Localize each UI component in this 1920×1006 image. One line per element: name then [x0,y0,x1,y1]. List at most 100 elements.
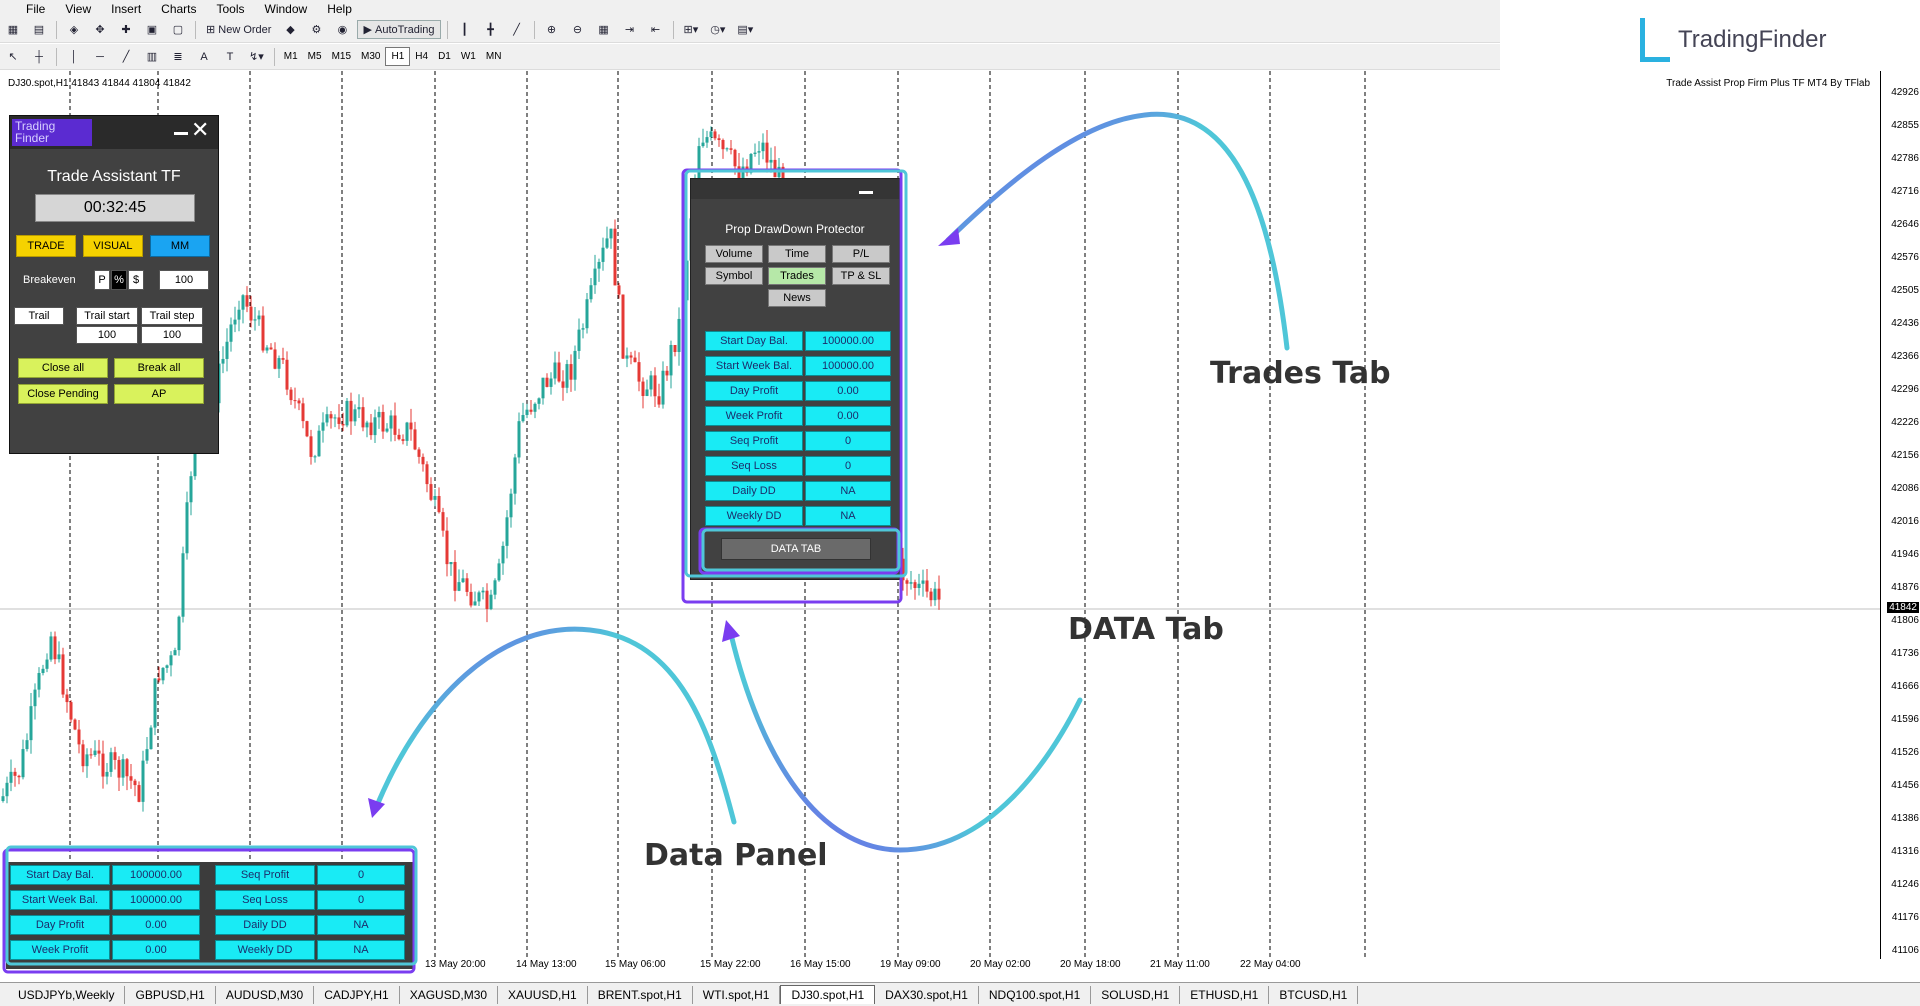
visual-button[interactable]: VISUAL [83,235,143,257]
close-pending-button[interactable]: Close Pending [18,384,108,404]
tab-news[interactable]: News [768,289,826,307]
badge-line2: Finder [15,131,50,145]
ap-button[interactable]: AP [114,384,204,404]
terminal-icon[interactable]: ▣ [141,20,163,39]
data-tab-button[interactable]: DATA TAB [721,538,871,560]
trade-button[interactable]: TRADE [16,235,76,257]
timeframe-h1[interactable]: H1 [385,47,411,66]
close-all-button[interactable]: Close all [18,358,108,378]
candle-body [45,659,49,669]
autoscroll-icon[interactable]: ⇤ [645,20,667,39]
candle-body [405,422,409,441]
symbol-tab[interactable]: NDQ100.spot,H1 [979,985,1092,1004]
indicators-icon[interactable]: ⊞▾ [680,20,703,39]
timeframe-d1[interactable]: D1 [433,48,456,65]
data-panel-value: 0 [317,865,405,885]
price-axis[interactable]: 42926 42855 42786 42716 42646 42576 42505 42436… [1880,71,1920,959]
fibonacci-icon[interactable]: ≣ [167,47,189,66]
templates-icon[interactable]: ▤▾ [733,20,757,39]
tile-windows-icon[interactable]: ▦ [593,20,615,39]
timeframe-m1[interactable]: M1 [279,48,303,65]
crosshair-icon[interactable]: ┼ [28,47,50,66]
tab-symbol[interactable]: Symbol [705,267,763,285]
trade-assistant-header[interactable]: Trading Finder ✕ [10,116,218,149]
symbol-tab[interactable]: USDJPYb,Weekly [8,985,126,1004]
breakeven-input[interactable]: 100 [159,270,209,290]
text-tool-icon[interactable]: A [193,47,215,66]
trail-button[interactable]: Trail [14,307,64,325]
menu-help[interactable]: Help [317,2,362,16]
trail-start-input[interactable]: 100 [76,326,138,344]
symbol-tab[interactable]: ETHUSD,H1 [1180,985,1270,1004]
menu-insert[interactable]: Insert [101,2,151,16]
trail-step-input[interactable]: 100 [141,326,203,344]
channel-icon[interactable]: ▥ [141,47,163,66]
break-all-button[interactable]: Break all [114,358,204,378]
timeframe-m5[interactable]: M5 [303,48,327,65]
menu-view[interactable]: View [55,2,101,16]
timeframe-mn[interactable]: MN [481,48,507,65]
metaeditor-icon[interactable]: ◆ [279,20,301,39]
tab-tp-sl[interactable]: TP & SL [832,267,890,285]
mode-usd-toggle[interactable]: $ [128,270,144,290]
symbol-tab[interactable]: DAX30.spot,H1 [875,985,979,1004]
zoom-in-icon[interactable]: ⊕ [541,20,563,39]
new-chart-icon[interactable]: ▦ [2,20,24,39]
label-tool-icon[interactable]: T [219,47,241,66]
symbol-tab[interactable]: CADJPY,H1 [314,985,400,1004]
options-icon[interactable]: ⚙ [305,20,327,39]
cursor-icon[interactable]: ↖ [2,47,24,66]
symbol-tab[interactable]: XAGUSD,M30 [400,985,499,1004]
candle-body [913,582,917,588]
timeframe-w1[interactable]: W1 [456,48,481,65]
timeframe-m15[interactable]: M15 [327,48,356,65]
market-watch-icon[interactable]: ◈ [63,20,85,39]
horizontal-line-icon[interactable]: ─ [89,47,111,66]
timeframe-m30[interactable]: M30 [356,48,385,65]
menu-window[interactable]: Window [255,2,318,16]
data-panel-value: 100000.00 [112,890,200,910]
mode-percent-toggle[interactable]: % [111,270,127,290]
symbol-tab[interactable]: GBPUSD,H1 [125,985,216,1004]
menu-file[interactable]: File [0,2,55,16]
price-chart[interactable] [0,71,1880,959]
zoom-out-icon[interactable]: ⊖ [567,20,589,39]
mode-points-toggle[interactable]: P [94,270,110,290]
new-order-button[interactable]: ⊞ New Order [202,20,275,39]
bar-chart-icon[interactable]: ┃ [454,20,476,39]
autotrading-button[interactable]: ▶ AutoTrading [357,20,441,39]
timeframe-h4[interactable]: H4 [410,48,433,65]
periods-icon[interactable]: ◷▾ [706,20,729,39]
minimize-icon[interactable] [859,191,873,194]
signals-icon[interactable]: ◉ [331,20,353,39]
candlestick-icon[interactable]: ╋ [480,20,502,39]
minimize-icon[interactable] [174,132,188,135]
navigator-icon[interactable]: ✚ [115,20,137,39]
symbol-tab[interactable]: XAUUSD,H1 [498,985,588,1004]
symbol-tab[interactable]: BRENT.spot,H1 [588,985,693,1004]
tester-icon[interactable]: ▢ [167,20,189,39]
tab-time[interactable]: Time [768,245,826,263]
tab-pl[interactable]: P/L [832,245,890,263]
chart-shift-icon[interactable]: ⇥ [619,20,641,39]
tab-trades[interactable]: Trades [768,267,826,285]
line-chart-icon[interactable]: ╱ [506,20,528,39]
profiles-icon[interactable]: ▤ [28,20,50,39]
trendline-icon[interactable]: ╱ [115,47,137,66]
candle-body [41,668,45,674]
mm-button[interactable]: MM [150,235,210,257]
symbol-tab[interactable]: SOLUSD,H1 [1091,985,1181,1004]
data-window-icon[interactable]: ✥ [89,20,111,39]
menu-charts[interactable]: Charts [151,2,206,16]
symbol-tab[interactable]: DJ30.spot,H1 [780,985,876,1004]
arrows-icon[interactable]: ↯▾ [245,47,268,66]
tab-volume[interactable]: Volume [705,245,763,263]
trading-finder-badge: Trading Finder [12,119,92,146]
symbol-tab[interactable]: BTCUSD,H1 [1269,985,1359,1004]
vertical-line-icon[interactable]: │ [63,47,85,66]
symbol-tab[interactable]: AUDUSD,M30 [216,985,315,1004]
pdp-header[interactable] [691,179,899,199]
symbol-tab[interactable]: WTI.spot,H1 [693,985,781,1004]
menu-tools[interactable]: Tools [207,2,255,16]
close-icon[interactable]: ✕ [191,119,209,141]
